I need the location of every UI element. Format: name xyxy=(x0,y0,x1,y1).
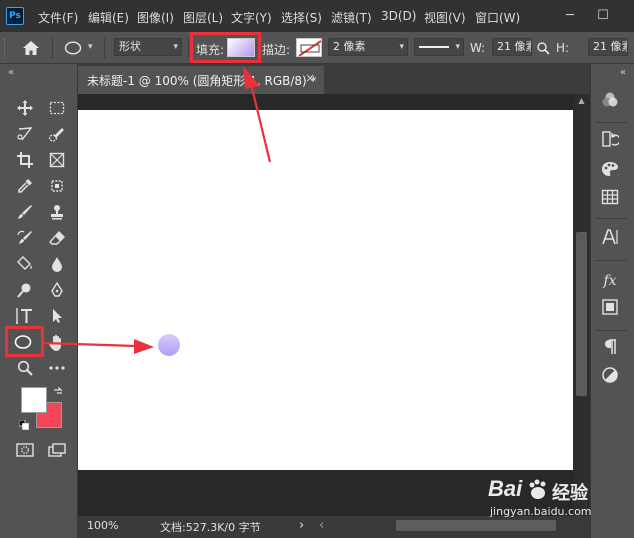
paw-logo-icon xyxy=(528,478,548,500)
scroll-up-icon[interactable]: ▲ xyxy=(576,96,587,106)
blur-tool-icon[interactable] xyxy=(46,254,68,274)
collapse-toolbar-icon[interactable]: « xyxy=(8,67,14,78)
stroke-color-swatch[interactable] xyxy=(296,38,322,57)
collapse-panels-icon[interactable]: « xyxy=(620,67,626,78)
watermark-url: jingyan.baidu.com xyxy=(490,505,592,518)
brush-tool-icon[interactable] xyxy=(14,202,36,222)
lasso-tool-icon[interactable] xyxy=(14,124,36,144)
stroke-label: 描边: xyxy=(262,43,291,57)
menu-3d[interactable]: 3D(D) xyxy=(381,9,416,23)
close-icon[interactable]: × xyxy=(304,71,316,85)
foreground-color-swatch[interactable] xyxy=(21,387,47,413)
more-tools-icon[interactable] xyxy=(46,358,68,378)
marquee-tool-icon[interactable] xyxy=(46,98,68,118)
watermark-brand-suffix: 经验 xyxy=(552,483,588,504)
frame-tool-icon[interactable] xyxy=(46,150,68,170)
eraser-tool-icon[interactable] xyxy=(46,228,68,248)
spot-healing-tool-icon[interactable] xyxy=(46,176,68,196)
stroke-width-field[interactable]: 2 像素 ▾ xyxy=(328,38,408,56)
paragraph-panel-icon[interactable] xyxy=(598,338,622,360)
chevron-down-icon[interactable]: ▾ xyxy=(88,42,93,52)
document-canvas[interactable] xyxy=(78,110,573,470)
home-icon[interactable] xyxy=(22,40,40,56)
stroke-width-value: 2 像素 xyxy=(333,40,366,53)
document-info: 文档:527.3K/0 字节 xyxy=(160,521,261,534)
character-panel-icon[interactable] xyxy=(598,228,622,250)
paint-bucket-tool-icon[interactable] xyxy=(14,254,36,274)
fill-highlight-box xyxy=(190,32,261,63)
height-value: 21 像素 xyxy=(593,40,627,53)
chevron-down-icon: ▾ xyxy=(455,42,460,52)
adjustments-panel-icon[interactable] xyxy=(598,366,622,388)
styles-fx-icon[interactable]: fx xyxy=(598,270,622,292)
menu-image[interactable]: 图像(I) xyxy=(137,9,174,26)
color-wheel-icon[interactable] xyxy=(598,91,622,113)
width-value: 21 像素 xyxy=(497,40,531,53)
maximize-button[interactable]: ☐ xyxy=(593,6,613,26)
link-dimensions-icon[interactable] xyxy=(536,41,550,55)
menu-edit[interactable]: 编辑(E) xyxy=(88,9,129,26)
menu-type[interactable]: 文字(Y) xyxy=(231,9,272,26)
history-brush-tool-icon[interactable] xyxy=(14,228,36,248)
eyedropper-tool-icon[interactable] xyxy=(14,176,36,196)
swap-colors-icon[interactable] xyxy=(53,386,63,396)
vertical-scrollbar-thumb[interactable] xyxy=(576,232,587,396)
pen-tool-icon[interactable] xyxy=(46,280,68,300)
quick-mask-icon[interactable] xyxy=(14,440,36,460)
tool-mode-value: 形状 xyxy=(119,40,141,53)
watermark-brand: Bai xyxy=(488,476,523,501)
default-colors-icon[interactable] xyxy=(18,419,29,430)
width-field[interactable]: 21 像素 xyxy=(492,38,532,56)
tool-mode-select[interactable]: 形状 ▾ xyxy=(114,38,182,56)
grid-panel-icon[interactable] xyxy=(598,188,622,210)
clone-stamp-tool-icon[interactable] xyxy=(46,202,68,222)
minimize-button[interactable]: ─ xyxy=(560,6,580,26)
photoshop-logo: Ps xyxy=(6,7,24,25)
menu-layer[interactable]: 图层(L) xyxy=(183,9,223,26)
options-grip xyxy=(4,38,10,58)
move-tool-icon[interactable] xyxy=(14,98,36,118)
height-label: H: xyxy=(556,41,570,55)
menu-filter[interactable]: 滤镜(T) xyxy=(331,9,372,26)
ellipse-tool-preset-icon[interactable] xyxy=(64,41,82,55)
menu-bar: Ps 文件(F) 编辑(E) 图像(I) 图层(L) 文字(Y) 选择(S) 滤… xyxy=(0,0,634,32)
height-field[interactable]: 21 像素 xyxy=(588,38,628,56)
chevron-down-icon: ▾ xyxy=(399,42,404,52)
quick-selection-tool-icon[interactable] xyxy=(46,124,68,144)
layers-panel-icon[interactable] xyxy=(598,298,622,320)
dodge-tool-icon[interactable] xyxy=(14,280,36,300)
menu-file[interactable]: 文件(F) xyxy=(38,9,78,26)
chevron-down-icon: ▾ xyxy=(173,42,178,52)
stroke-line-icon xyxy=(419,46,449,48)
hand-tool-icon[interactable] xyxy=(46,332,68,352)
document-tab[interactable]: 未标题-1 @ 100% (圆角矩形 1, RGB/8) * xyxy=(78,66,324,94)
type-tool-icon[interactable] xyxy=(14,306,36,326)
scroll-left-icon[interactable]: ‹ xyxy=(319,518,324,533)
history-panel-icon[interactable] xyxy=(598,130,622,152)
width-label: W: xyxy=(470,41,486,55)
stroke-type-select[interactable]: ▾ xyxy=(414,38,464,56)
zoom-level[interactable]: 100% xyxy=(87,519,118,532)
options-bar: ▾ 形状 ▾ 填充: 描边: 2 像素 ▾ ▾ W: 21 像素 H: 21 像… xyxy=(0,32,634,64)
zoom-tool-icon[interactable] xyxy=(14,358,36,378)
menu-select[interactable]: 选择(S) xyxy=(281,9,322,26)
swatches-palette-icon[interactable] xyxy=(598,160,622,182)
status-next-icon[interactable]: › xyxy=(299,518,304,533)
menu-view[interactable]: 视图(V) xyxy=(424,9,466,26)
path-selection-tool-icon[interactable] xyxy=(46,306,68,326)
crop-tool-icon[interactable] xyxy=(14,150,36,170)
drawn-circle-shape[interactable] xyxy=(158,334,180,356)
document-tab-title: 未标题-1 @ 100% (圆角矩形 1, RGB/8) * xyxy=(87,74,317,88)
baidu-jingyan-watermark: Bai 经验 jingyan.baidu.com xyxy=(488,476,608,522)
screen-mode-icon[interactable] xyxy=(46,440,68,460)
menu-window[interactable]: 窗口(W) xyxy=(475,9,520,26)
ellipse-tool-highlight-box xyxy=(5,326,44,357)
